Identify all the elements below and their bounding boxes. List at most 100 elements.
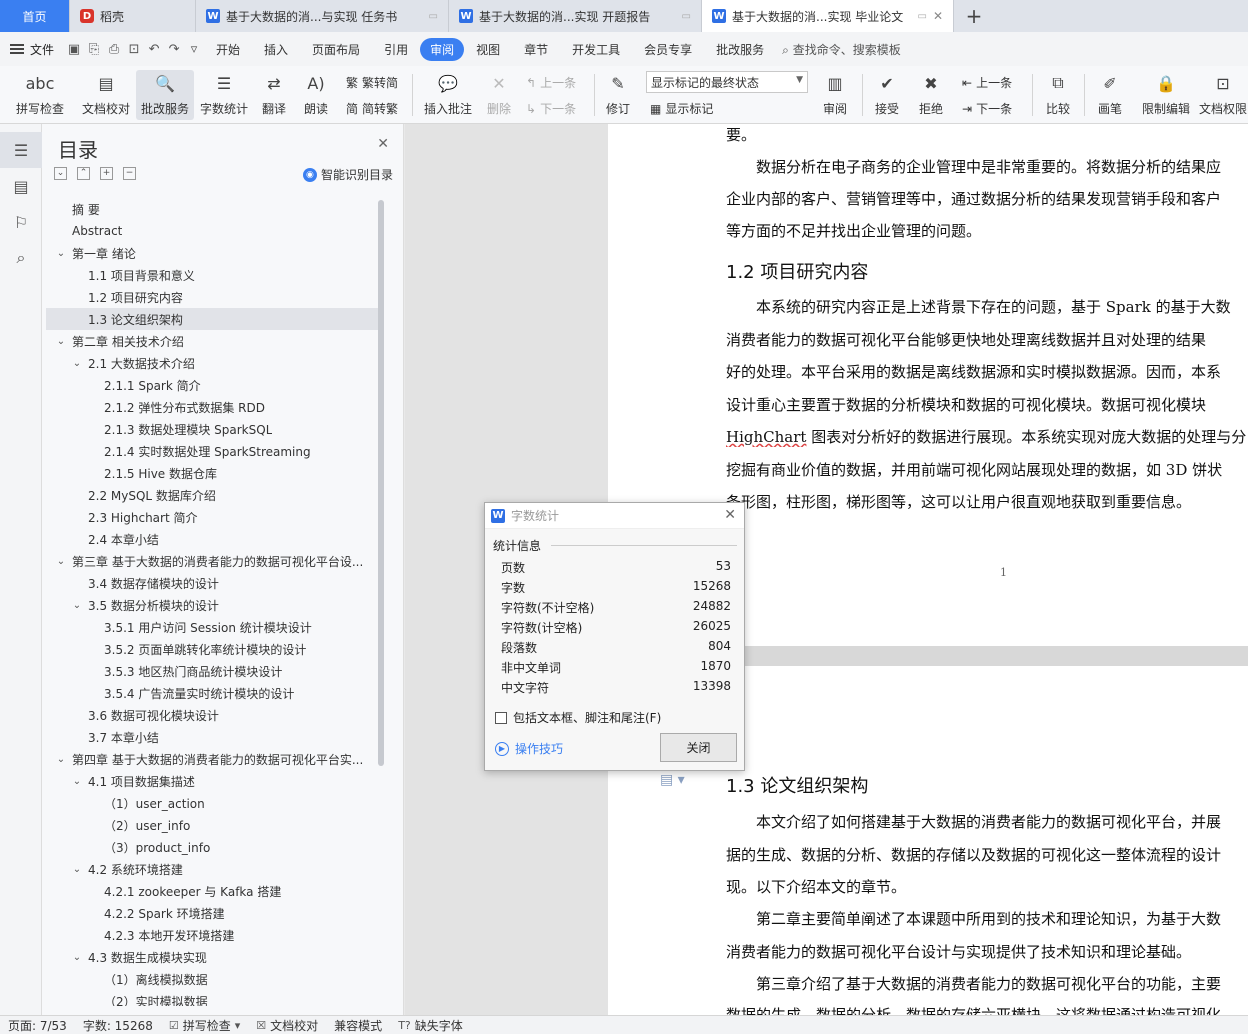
toc-item[interactable]: （3）product_info: [46, 836, 380, 858]
next-comment-button[interactable]: ↳ 下一条: [526, 100, 576, 117]
track-changes-button[interactable]: ✎ 修订: [600, 70, 636, 120]
tab-thesis-doc[interactable]: W 基于大数据的消...实现 毕业论文 ▭ ✕: [702, 0, 954, 32]
compare-button[interactable]: ⧉ 比较: [1038, 70, 1078, 120]
toc-item[interactable]: ⌄ 第四章 基于大数据的消费者能力的数据可视化平台实...: [46, 748, 380, 770]
markup-display-select[interactable]: 显示标记的最终状态 ▼: [646, 71, 808, 93]
compat-mode[interactable]: 兼容模式: [326, 1017, 390, 1034]
undo-icon[interactable]: ↶: [144, 42, 164, 57]
chevron-down-icon[interactable]: ⌄: [56, 754, 66, 765]
chevron-down-icon[interactable]: ⌄: [56, 336, 66, 347]
toc-item[interactable]: ⌄ 第二章 相关技术介绍: [46, 330, 380, 352]
toc-item[interactable]: 摘 要: [46, 198, 380, 220]
toc-item[interactable]: 2.1.5 Hive 数据仓库: [46, 462, 380, 484]
close-button[interactable]: 关闭: [660, 733, 737, 762]
chevron-down-icon[interactable]: ⌄: [56, 556, 66, 567]
toc-item[interactable]: ⌄ 4.1 项目数据集描述: [46, 770, 380, 792]
toc-item[interactable]: （2）user_info: [46, 814, 380, 836]
tips-link[interactable]: ▶ 操作技巧: [495, 740, 563, 757]
toc-item[interactable]: 3.5.2 页面单跳转化率统计模块的设计: [46, 638, 380, 660]
toc-item[interactable]: Abstract: [46, 220, 380, 242]
add-heading-icon[interactable]: +: [100, 167, 113, 180]
chevron-down-icon[interactable]: ⌄: [72, 776, 82, 787]
file-menu[interactable]: 文件: [0, 41, 64, 58]
tab-task-doc[interactable]: W 基于大数据的消...与实现 任务书 ▭: [196, 0, 449, 32]
toc-item[interactable]: （2）实时模拟数据: [46, 990, 380, 1007]
word-count-indicator[interactable]: 字数: 15268: [75, 1017, 161, 1034]
toc-item[interactable]: 2.1.1 Spark 简介: [46, 374, 380, 396]
status-spell-check[interactable]: ☑ 拼写检查 ▾: [161, 1017, 248, 1034]
restrict-edit-button[interactable]: 🔒 限制编辑: [1138, 70, 1194, 120]
pen-button[interactable]: ✐ 画笔: [1092, 70, 1128, 120]
toc-scrollbar[interactable]: [378, 200, 384, 766]
toc-item[interactable]: （1）user_action: [46, 792, 380, 814]
chevron-down-icon[interactable]: ⌄: [72, 358, 82, 369]
prev-comment-button[interactable]: ↰ 上一条: [526, 74, 576, 91]
toc-item[interactable]: （1）离线模拟数据: [46, 968, 380, 990]
expand-all-icon[interactable]: ⌄: [54, 167, 67, 180]
toc-icon[interactable]: ☰: [0, 132, 42, 168]
menu-member[interactable]: 会员专享: [632, 41, 704, 58]
prev-change-button[interactable]: ⇤ 上一条: [962, 74, 1012, 91]
toc-item[interactable]: 2.2 MySQL 数据库介绍: [46, 484, 380, 506]
doc-permission-button[interactable]: ⊡ 文档权限: [1198, 70, 1248, 120]
toc-item[interactable]: 2.1.2 弹性分布式数据集 RDD: [46, 396, 380, 418]
menu-grading[interactable]: 批改服务: [704, 41, 776, 58]
chevron-down-icon[interactable]: ⌄: [72, 864, 82, 875]
include-textbox-checkbox[interactable]: 包括文本框、脚注和尾注(F): [495, 709, 661, 726]
remove-heading-icon[interactable]: −: [123, 167, 136, 180]
accept-button[interactable]: ✔ 接受: [868, 70, 906, 120]
spell-error-word[interactable]: HighChart: [726, 428, 806, 446]
doc-check-button[interactable]: ▤ 文档校对: [78, 70, 134, 120]
toc-item[interactable]: 1.2 项目研究内容: [46, 286, 380, 308]
menu-view[interactable]: 视图: [464, 41, 512, 58]
spell-check-button[interactable]: abc 拼写检查: [10, 70, 70, 120]
tab-proposal-doc[interactable]: W 基于大数据的消...实现 开题报告 ▭: [449, 0, 702, 32]
delete-comment-button[interactable]: ✕ 删除: [480, 70, 518, 120]
toc-item[interactable]: ⌄ 2.1 大数据技术介绍: [46, 352, 380, 374]
new-tab-button[interactable]: +: [954, 0, 994, 32]
trad-to-simp-button[interactable]: 繁繁转简: [346, 74, 398, 91]
toc-item[interactable]: 4.2.2 Spark 环境搭建: [46, 902, 380, 924]
close-tab-icon[interactable]: ✕: [933, 9, 943, 23]
toc-item[interactable]: 3.6 数据可视化模块设计: [46, 704, 380, 726]
toc-item[interactable]: 1.3 论文组织架构: [46, 308, 380, 330]
search-icon[interactable]: ⌕: [0, 240, 42, 276]
chapter-nav-icon[interactable]: ▤: [0, 168, 42, 204]
simp-to-trad-button[interactable]: 简简转繁: [346, 100, 398, 117]
customize-toolbar-icon[interactable]: ▿: [184, 42, 204, 57]
toc-item[interactable]: ⌄ 第三章 基于大数据的消费者能力的数据可视化平台设...: [46, 550, 380, 572]
print-icon[interactable]: ⎙: [104, 42, 124, 57]
toc-item[interactable]: 3.5.4 广告流量实时统计模块的设计: [46, 682, 380, 704]
menu-layout[interactable]: 页面布局: [300, 41, 372, 58]
toc-item[interactable]: 2.3 Highchart 简介: [46, 506, 380, 528]
menu-home[interactable]: 开始: [204, 41, 252, 58]
toc-item[interactable]: 4.2.3 本地开发环境搭建: [46, 924, 380, 946]
menu-developer[interactable]: 开发工具: [560, 41, 632, 58]
menu-section[interactable]: 章节: [512, 41, 560, 58]
read-aloud-button[interactable]: A) 朗读: [296, 70, 336, 120]
toc-item[interactable]: 1.1 项目背景和意义: [46, 264, 380, 286]
menu-review[interactable]: 审阅: [420, 37, 465, 61]
toc-item[interactable]: 3.7 本章小结: [46, 726, 380, 748]
chevron-down-icon[interactable]: ⌄: [56, 248, 66, 259]
insert-comment-button[interactable]: 💬 插入批注: [420, 70, 476, 120]
toc-item[interactable]: 4.2.1 zookeeper 与 Kafka 搭建: [46, 880, 380, 902]
status-doc-check[interactable]: ☒ 文档校对: [248, 1017, 326, 1034]
translate-button[interactable]: ⇄ 翻译: [254, 70, 294, 120]
reject-button[interactable]: ✖ 拒绝: [912, 70, 950, 120]
collapse-all-icon[interactable]: ⌃: [77, 167, 90, 180]
paragraph-menu-icon[interactable]: ▤ ▾: [660, 772, 685, 788]
missing-font[interactable]: T? 缺失字体: [390, 1017, 471, 1034]
smart-toc-button[interactable]: ◉ 智能识别目录: [302, 166, 393, 183]
dialog-titlebar[interactable]: W 字数统计: [485, 503, 744, 529]
next-change-button[interactable]: ⇥ 下一条: [962, 100, 1012, 117]
close-icon[interactable]: ✕: [724, 507, 736, 523]
export-pdf-icon[interactable]: ⎘: [84, 42, 104, 57]
toc-item[interactable]: ⌄ 4.2 系统环境搭建: [46, 858, 380, 880]
save-icon[interactable]: ▣: [64, 42, 84, 57]
chevron-down-icon[interactable]: ⌄: [72, 600, 82, 611]
command-search[interactable]: ⌕ 查找命令、搜索模板: [782, 41, 901, 58]
toc-item[interactable]: 3.5.3 地区热门商品统计模块设计: [46, 660, 380, 682]
review-pane-button[interactable]: ▥ 审阅: [816, 70, 854, 120]
menu-references[interactable]: 引用: [372, 41, 420, 58]
